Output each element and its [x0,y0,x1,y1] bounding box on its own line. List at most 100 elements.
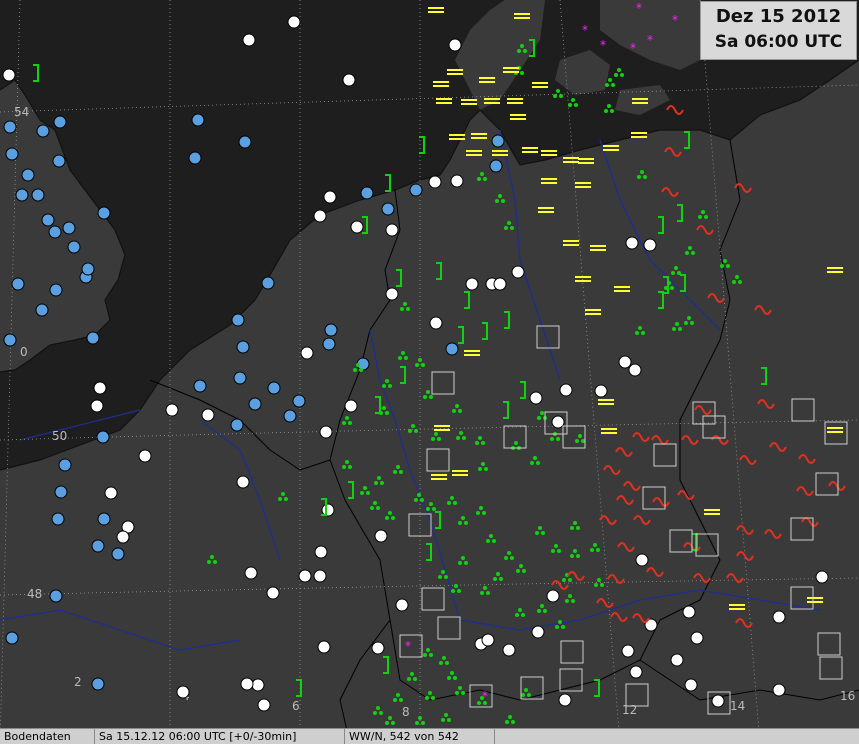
drizzle-dot-icon [674,266,678,270]
drizzle-dot-icon [496,572,500,576]
partly-cloudy-station-icon [322,337,336,351]
drizzle-dot-icon [376,506,380,510]
clear-sky-station-icon [350,220,364,234]
drizzle-dot-icon [210,555,214,559]
drizzle-dot-icon [481,462,485,466]
snow-icon: * [482,689,488,703]
status-datetime: Sa 15.12.12 06:00 UTC [+0/-30min] [95,729,345,744]
drizzle-dot-icon [360,491,364,495]
drizzle-dot-icon [345,416,349,420]
drizzle-dot-icon [403,302,407,306]
drizzle-dot-icon [558,620,562,624]
clear-sky-station-icon [628,363,642,377]
drizzle-dot-icon [459,431,463,435]
drizzle-dot-icon [356,363,360,367]
drizzle-dot-icon [486,539,490,543]
drizzle-dot-icon [562,578,566,582]
partly-cloudy-station-icon [31,188,45,202]
snow-icon: * [405,639,411,653]
drizzle-dot-icon [484,467,488,471]
drizzle-dot-icon [556,437,560,441]
drizzle-dot-icon [608,78,612,82]
drizzle-dot-icon [530,461,534,465]
drizzle-dot-icon [557,549,561,553]
drizzle-dot-icon [376,706,380,710]
drizzle-dot-icon [688,246,692,250]
drizzle-dot-icon [451,589,455,593]
drizzle-dot-icon [540,604,544,608]
drizzle-dot-icon [426,648,430,652]
drizzle-dot-icon [429,395,433,399]
drizzle-dot-icon [421,363,425,367]
drizzle-dot-icon [454,584,458,588]
drizzle-dot-icon [576,526,580,530]
drizzle-dot-icon [486,591,490,595]
drizzle-dot-icon [464,521,468,525]
drizzle-dot-icon [720,264,724,268]
drizzle-dot-icon [284,497,288,501]
clear-sky-station-icon [300,346,314,360]
drizzle-dot-icon [379,711,383,715]
drizzle-dot-icon [426,390,430,394]
drizzle-dot-icon [723,259,727,263]
drizzle-dot-icon [685,251,689,255]
drizzle-dot-icon [444,713,448,717]
drizzle-dot-icon [511,720,515,724]
drizzle-dot-icon [501,199,505,203]
drizzle-dot-icon [429,653,433,657]
partly-cloudy-station-icon [283,409,297,423]
drizzle-dot-icon [507,551,511,555]
drizzle-dot-icon [684,321,688,325]
lon-label-14: 14 [730,699,745,713]
drizzle-dot-icon [457,589,461,593]
drizzle-dot-icon [477,177,481,181]
partly-cloudy-station-icon [5,147,19,161]
drizzle-dot-icon [458,521,462,525]
status-source: Bodendaten [0,729,95,744]
drizzle-dot-icon [461,691,465,695]
drizzle-dot-icon [481,441,485,445]
clear-sky-station-icon [165,403,179,417]
drizzle-dot-icon [571,599,575,603]
drizzle-dot-icon [510,226,514,230]
drizzle-dot-icon [406,307,410,311]
drizzle-dot-icon [414,429,418,433]
drizzle-dot-icon [391,516,395,520]
drizzle-dot-icon [638,326,642,330]
snow-icon: * [672,13,678,27]
drizzle-dot-icon [480,172,484,176]
drizzle-dot-icon [611,83,615,87]
partly-cloudy-station-icon [231,313,245,327]
clear-sky-station-icon [385,287,399,301]
drizzle-dot-icon [450,496,454,500]
drizzle-dot-icon [447,501,451,505]
drizzle-dot-icon [698,215,702,219]
clear-sky-station-icon [551,415,565,429]
drizzle-dot-icon [704,215,708,219]
clear-sky-station-icon [342,73,356,87]
clear-sky-station-icon [240,677,254,691]
partly-cloudy-station-icon [58,458,72,472]
drizzle-dot-icon [489,534,493,538]
clear-sky-station-icon [481,633,495,647]
partly-cloudy-station-icon [191,113,205,127]
partly-cloudy-station-icon [193,379,207,393]
clear-sky-station-icon [371,641,385,655]
drizzle-dot-icon [508,715,512,719]
drizzle-dot-icon [522,569,526,573]
clear-sky-station-icon [529,391,543,405]
drizzle-dot-icon [373,501,377,505]
drizzle-dot-icon [207,560,211,564]
lon-label-6: 6 [292,699,300,713]
drizzle-dot-icon [423,653,427,657]
clear-sky-station-icon [344,399,358,413]
clear-sky-station-icon [257,698,271,712]
drizzle-dot-icon [437,437,441,441]
drizzle-dot-icon [434,432,438,436]
clear-sky-station-icon [594,384,608,398]
drizzle-dot-icon [462,436,466,440]
drizzle-dot-icon [418,358,422,362]
partly-cloudy-station-icon [91,539,105,553]
partly-cloudy-station-icon [96,430,110,444]
drizzle-dot-icon [726,264,730,268]
